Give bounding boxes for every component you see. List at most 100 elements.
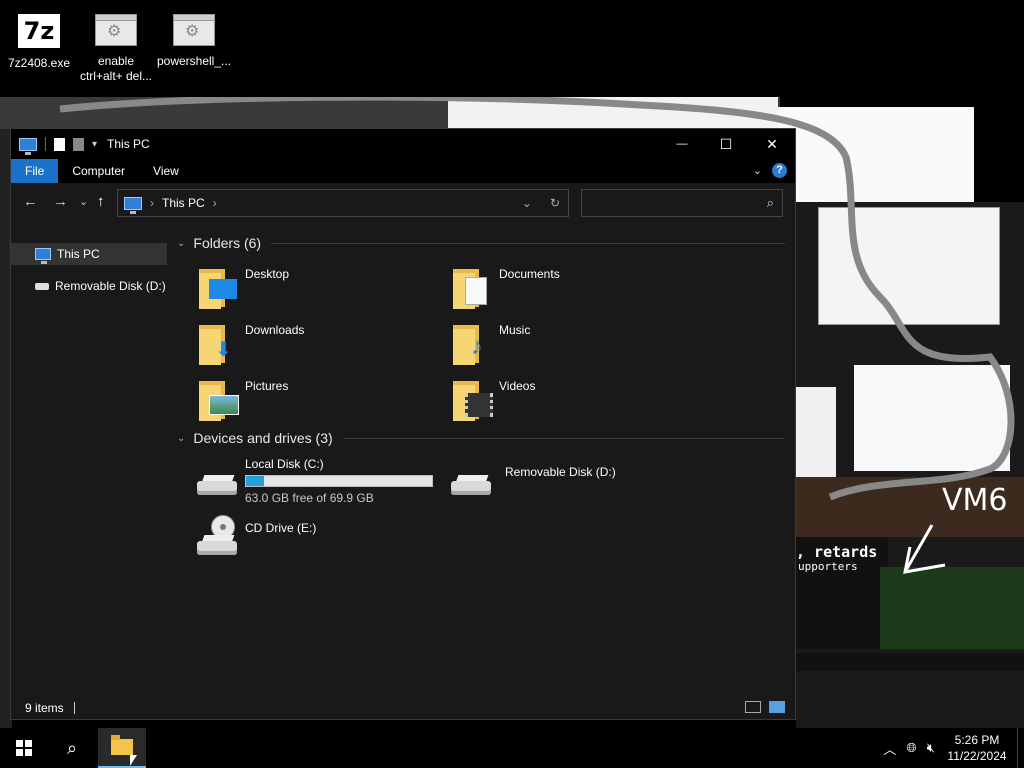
- folder-label: Documents: [499, 267, 560, 281]
- drive-label: Local Disk (C:): [245, 457, 324, 471]
- this-pc-icon: [124, 196, 142, 214]
- folder-documents[interactable]: Documents: [449, 267, 689, 315]
- hard-drive-icon: [195, 475, 239, 497]
- clock-time: 5:26 PM: [954, 733, 1000, 747]
- drive-removable-disk-d[interactable]: Removable Disk (D:): [449, 459, 699, 507]
- folder-pictures[interactable]: Pictures: [195, 379, 435, 427]
- folder-videos[interactable]: Videos: [449, 379, 689, 427]
- desktop-icon-powershell[interactable]: ⚙ powershell_...: [156, 8, 232, 69]
- forward-icon[interactable]: →: [53, 193, 68, 210]
- collapse-chevron-icon[interactable]: ⌄: [177, 433, 185, 444]
- folder-label: Music: [499, 323, 531, 337]
- tab-file[interactable]: File: [11, 159, 59, 183]
- cd-drive-body-icon: [195, 535, 239, 557]
- search-icon[interactable]: ⌕: [767, 195, 774, 211]
- file-explorer-window: ▾ This PC — ☐ ✕ File Computer View ⌄ ? ←…: [10, 128, 796, 720]
- mouse-cursor-icon: [130, 755, 137, 766]
- desktop-folder-icon: [199, 267, 237, 309]
- drive-local-disk-c[interactable]: Local Disk (C:) 63.0 GB free of 69.9 GB: [195, 457, 445, 507]
- refresh-icon[interactable]: ↻: [550, 196, 560, 210]
- navigation-bar: ← → ⌄ ↑ › This PC › ⌄ ↻ ⌕: [11, 183, 795, 223]
- show-desktop-button[interactable]: [1017, 728, 1024, 768]
- back-icon[interactable]: ←: [23, 193, 38, 210]
- address-bar[interactable]: › This PC › ⌄ ↻: [117, 189, 569, 217]
- item-count: 9 items: [25, 701, 64, 715]
- downloads-folder-icon: ⬇: [199, 323, 237, 365]
- divider: [73, 702, 75, 714]
- ribbon-tabs: File Computer View ⌄ ?: [11, 159, 795, 183]
- search-input[interactable]: ⌕: [581, 189, 783, 217]
- disk-free-space: 63.0 GB free of 69.9 GB: [245, 491, 374, 505]
- maximize-button[interactable]: ☐: [703, 129, 749, 159]
- sidebar-item-this-pc[interactable]: This PC: [11, 243, 167, 265]
- folder-label: Desktop: [245, 267, 290, 281]
- title-bar[interactable]: ▾ This PC — ☐ ✕: [11, 129, 795, 159]
- pictures-folder-icon: [199, 379, 239, 421]
- desktop-icon-7zip[interactable]: 7z 7z2408.exe: [1, 8, 77, 71]
- desktop-icon-label: 7z2408.exe: [7, 56, 71, 70]
- breadcrumb-this-pc[interactable]: This PC: [162, 196, 205, 210]
- desktop-icon-label: enable ctrl+alt+ del...: [79, 54, 153, 83]
- settings-file-icon: ⚙: [95, 14, 137, 46]
- divider: [342, 437, 785, 439]
- this-pc-icon: [19, 137, 37, 155]
- start-button[interactable]: [0, 728, 48, 768]
- new-folder-icon[interactable]: [73, 137, 84, 151]
- navigation-pane: This PC Removable Disk (D:): [11, 223, 169, 697]
- videos-folder-icon: [453, 379, 493, 421]
- folder-label: Videos: [499, 379, 536, 393]
- divider: [271, 242, 785, 244]
- chevron-up-icon[interactable]: ︿: [883, 739, 896, 758]
- folder-label: Downloads: [245, 323, 305, 337]
- folder-downloads[interactable]: ⬇ Downloads: [195, 323, 435, 371]
- content-pane: ⌄ Folders (6) Desktop Documents ⬇ Downlo…: [169, 223, 795, 697]
- divider: [45, 137, 46, 151]
- search-icon: ⌕: [66, 737, 78, 758]
- close-button[interactable]: ✕: [749, 129, 795, 159]
- desktop-icon-enable-ctrl-alt-del[interactable]: ⚙ enable ctrl+alt+ del...: [78, 8, 154, 84]
- details-view-icon[interactable]: [745, 701, 761, 713]
- settings-file-icon: ⚙: [173, 14, 215, 46]
- search-button[interactable]: ⌕: [48, 728, 96, 768]
- help-icon[interactable]: ?: [772, 163, 787, 178]
- address-dropdown-icon[interactable]: ⌄: [522, 196, 532, 210]
- this-pc-icon: [35, 248, 51, 264]
- disk-usage-bar: [245, 475, 433, 487]
- folder-label: Pictures: [245, 379, 289, 393]
- customize-toolbar-icon[interactable]: ▾: [92, 139, 97, 150]
- taskbar-file-explorer[interactable]: [98, 728, 146, 768]
- properties-icon[interactable]: [54, 137, 65, 151]
- tab-view[interactable]: View: [139, 159, 193, 183]
- volume-muted-icon[interactable]: 🔇︎: [927, 740, 935, 756]
- system-tray: ︿ 🌐︎ 🔇︎ 5:26 PM 11/22/2024: [883, 728, 1024, 768]
- desktop-icon-label: powershell_...: [156, 54, 232, 68]
- file-explorer-icon: [111, 735, 133, 755]
- music-folder-icon: ♪: [453, 323, 491, 365]
- removable-drive-icon: [449, 475, 493, 497]
- folder-music[interactable]: ♪ Music: [449, 323, 689, 371]
- folders-section-header[interactable]: ⌄ Folders (6): [177, 235, 785, 251]
- window-title: This PC: [107, 137, 150, 151]
- recent-locations-icon[interactable]: ⌄: [79, 195, 88, 208]
- section-title: Devices and drives (3): [193, 430, 333, 446]
- expand-ribbon-icon[interactable]: ⌄: [753, 164, 762, 177]
- clock-date: 11/22/2024: [947, 749, 1007, 763]
- sidebar-item-label: This PC: [57, 247, 100, 261]
- collapse-chevron-icon[interactable]: ⌄: [177, 238, 185, 249]
- minimize-button[interactable]: —: [659, 129, 705, 159]
- drives-section-header[interactable]: ⌄ Devices and drives (3): [177, 430, 785, 446]
- drive-cd-e[interactable]: CD Drive (E:): [195, 515, 435, 563]
- large-icons-view-icon[interactable]: [769, 701, 785, 713]
- quick-access-toolbar: ▾: [11, 137, 97, 155]
- clock[interactable]: 5:26 PM 11/22/2024: [945, 732, 1009, 764]
- up-icon[interactable]: ↑: [97, 193, 105, 210]
- breadcrumb-separator[interactable]: ›: [213, 196, 217, 210]
- folder-desktop[interactable]: Desktop: [195, 267, 435, 315]
- globe-icon[interactable]: 🌐︎: [906, 740, 916, 756]
- status-bar: 9 items: [11, 697, 795, 719]
- windows-logo-icon: [16, 740, 32, 756]
- documents-folder-icon: [453, 267, 491, 309]
- breadcrumb-separator: ›: [150, 196, 154, 210]
- tab-computer[interactable]: Computer: [58, 159, 139, 183]
- sidebar-item-removable-disk[interactable]: Removable Disk (D:): [11, 275, 167, 297]
